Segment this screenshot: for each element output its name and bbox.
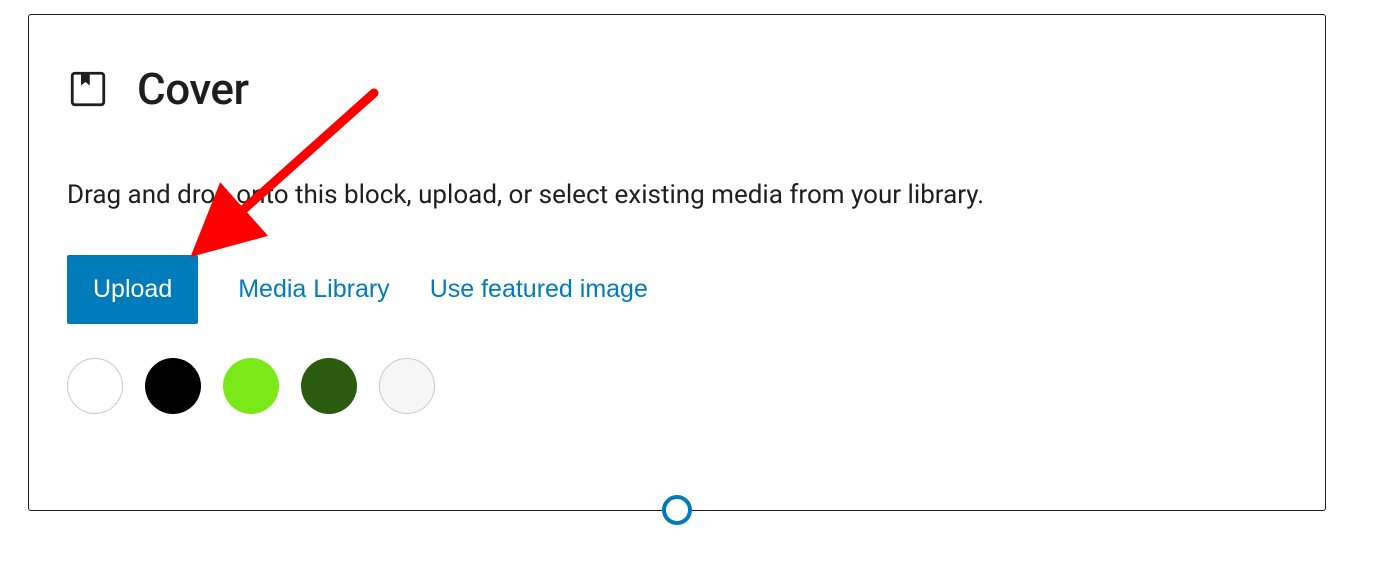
block-instructions: Drag and drop onto this block, upload, o… [67, 177, 1287, 213]
color-swatch-off-white[interactable] [379, 358, 435, 414]
media-actions: Upload Media Library Use featured image [67, 255, 1287, 324]
color-swatch-dark-green[interactable] [301, 358, 357, 414]
color-swatch-white[interactable] [67, 358, 123, 414]
block-header: Cover [67, 63, 1287, 115]
color-swatch-bright-green[interactable] [223, 358, 279, 414]
color-swatch-black[interactable] [145, 358, 201, 414]
block-title: Cover [137, 63, 249, 115]
media-library-button[interactable]: Media Library [238, 275, 389, 304]
upload-button[interactable]: Upload [67, 255, 198, 324]
cover-block-placeholder[interactable]: Cover Drag and drop onto this block, upl… [28, 14, 1326, 511]
use-featured-image-button[interactable]: Use featured image [430, 275, 648, 304]
color-swatches [67, 358, 1287, 414]
resize-handle[interactable] [662, 495, 692, 525]
cover-icon [67, 68, 109, 110]
